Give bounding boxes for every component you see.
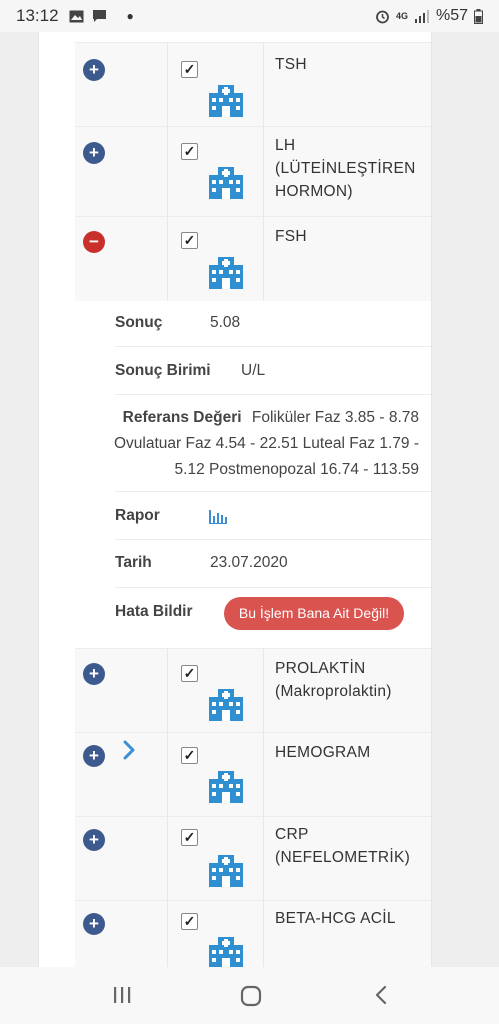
hospital-icon [209, 771, 243, 803]
signal-icon [414, 9, 429, 23]
report-label: Rapor [115, 507, 160, 524]
chevron-right-icon[interactable] [122, 739, 136, 761]
test-row: + ✓ LH (LÜTEİNLEŞTİREN HORMON) [75, 126, 431, 217]
error-report-label: Hata Bildir [115, 603, 193, 620]
hospital-icon [209, 937, 243, 967]
test-row: + ✓ TSH [75, 42, 431, 127]
alarm-icon [376, 10, 389, 23]
test-name: TSH [275, 56, 307, 73]
battery-icon [474, 8, 483, 24]
test-checkbox[interactable]: ✓ [181, 829, 198, 846]
network-label: 4G [395, 11, 408, 21]
expand-button[interactable]: + [83, 913, 105, 935]
test-checkbox[interactable]: ✓ [181, 913, 198, 930]
test-checkbox[interactable]: ✓ [181, 747, 198, 764]
bar-chart-icon[interactable] [209, 508, 227, 524]
date-label: Tarih [115, 554, 152, 571]
hospital-icon [209, 855, 243, 887]
battery-percent: %57 [435, 7, 468, 24]
hospital-icon [209, 257, 243, 289]
home-icon[interactable] [240, 985, 262, 1007]
test-row: + ✓ CRP (NEFELOMETRİK) [75, 816, 431, 901]
expand-button[interactable]: + [83, 663, 105, 685]
hospital-icon [209, 167, 243, 199]
test-checkbox[interactable]: ✓ [181, 232, 198, 249]
test-name: CRP (NEFELOMETRİK) [275, 826, 411, 866]
back-icon[interactable] [374, 985, 388, 1005]
test-name: HEMOGRAM [275, 744, 371, 761]
expand-button[interactable]: + [83, 142, 105, 164]
hospital-icon [209, 689, 243, 721]
test-checkbox[interactable]: ✓ [181, 665, 198, 682]
recent-apps-icon[interactable] [112, 985, 132, 1005]
test-row: + ✓ BETA-HCG ACİL [75, 900, 431, 967]
hospital-icon [209, 85, 243, 117]
test-checkbox[interactable]: ✓ [181, 143, 198, 160]
navigation-bar [0, 967, 499, 1024]
status-time: 13:12 [16, 6, 59, 25]
expand-button[interactable]: + [83, 745, 105, 767]
test-row: + ✓ PROLAKTİN (Makroprolaktin) [75, 648, 431, 733]
reference-label: Referans Değeri [122, 409, 242, 426]
test-results-panel: + ✓ TSH + ✓ LH (LÜTEİNLEŞTİREN HORMON) −… [38, 32, 432, 967]
collapse-button[interactable]: − [83, 231, 105, 253]
dot-icon: ● [126, 9, 134, 23]
test-name: BETA-HCG ACİL [275, 910, 396, 927]
expand-button[interactable]: + [83, 59, 105, 81]
reference-block: Referans Değeri Foliküler Faz 3.85 - 8.7… [89, 405, 419, 483]
unit-label: Sonuç Birimi [115, 362, 211, 379]
unit-value: U/L [241, 362, 266, 379]
test-name: FSH [275, 228, 307, 245]
test-checkbox[interactable]: ✓ [181, 61, 198, 78]
test-name: PROLAKTİN (Makroprolaktin) [275, 660, 392, 700]
result-value: 5.08 [210, 314, 241, 331]
result-label: Sonuç [115, 314, 163, 331]
message-icon [92, 10, 106, 22]
test-row: − ✓ FSH [75, 216, 431, 301]
test-name: LH (LÜTEİNLEŞTİREN HORMON) [275, 137, 416, 200]
expand-button[interactable]: + [83, 829, 105, 851]
not-my-transaction-button[interactable]: Bu İşlem Bana Ait Değil! [224, 597, 404, 630]
gallery-icon [69, 10, 84, 22]
date-value: 23.07.2020 [210, 554, 288, 571]
status-bar: 13:12 ● 4G %57 [0, 0, 499, 32]
